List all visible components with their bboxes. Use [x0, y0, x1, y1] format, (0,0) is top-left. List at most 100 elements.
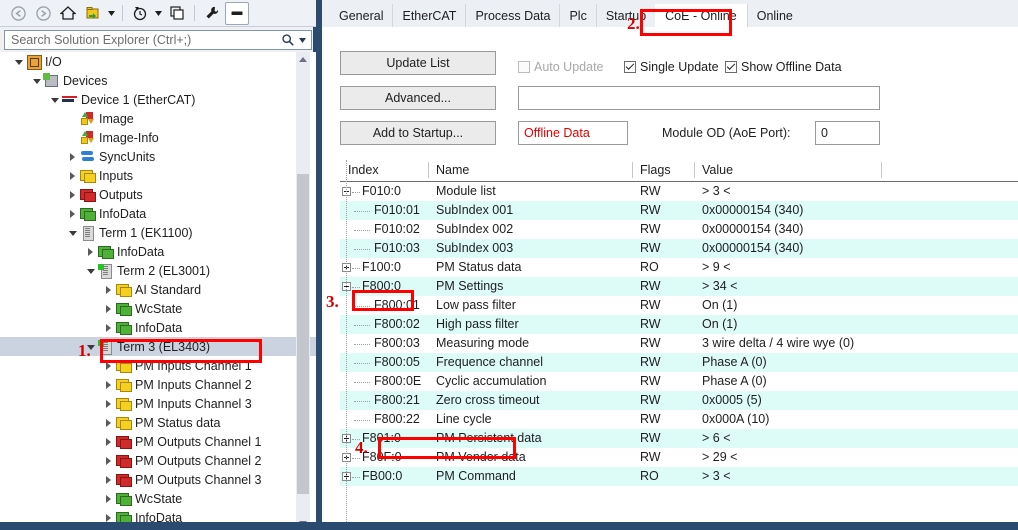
auto-update-checkbox[interactable]: Auto Update — [518, 60, 604, 74]
tree-item-pm-outputs-channel-3[interactable]: PM Outputs Channel 3 — [0, 470, 316, 489]
add-to-startup-button[interactable]: Add to Startup... — [340, 121, 496, 145]
table-row[interactable]: F010:02 SubIndex 002 RW 0x00000154 (340) — [340, 220, 1018, 239]
tree-item-i-o[interactable]: I/O — [0, 52, 316, 71]
tree-item-pm-outputs-channel-1[interactable]: PM Outputs Channel 1 — [0, 432, 316, 451]
table-row[interactable]: F800:22 Line cycle RW 0x000A (10) — [340, 410, 1018, 429]
tree-item-syncunits[interactable]: SyncUnits — [0, 147, 316, 166]
tree-item-term-3-el3403[interactable]: Term 3 (EL3403) — [0, 337, 316, 356]
tree-item-infodata[interactable]: InfoData — [0, 318, 316, 337]
table-row[interactable]: F010:03 SubIndex 003 RW 0x00000154 (340) — [340, 239, 1018, 258]
chevron-down-icon[interactable] — [12, 52, 25, 71]
column-header-value[interactable]: Value — [702, 163, 733, 177]
column-divider[interactable] — [632, 162, 633, 178]
tree-item-infodata[interactable]: InfoData — [0, 204, 316, 223]
search-input[interactable]: Search Solution Explorer (Ctrl+;) — [4, 30, 312, 50]
scroll-up-icon[interactable] — [296, 52, 310, 66]
tree-vertical-scrollbar[interactable] — [296, 52, 310, 530]
chevron-down-icon[interactable] — [84, 261, 97, 280]
tree-item-device-1-ethercat[interactable]: Device 1 (EtherCAT) — [0, 90, 316, 109]
chevron-right-icon[interactable] — [102, 489, 115, 508]
tab-coe-online[interactable]: CoE - Online — [655, 4, 747, 28]
chevron-right-icon[interactable] — [102, 280, 115, 299]
table-row[interactable]: F800:0 PM Settings RW > 34 < — [340, 277, 1018, 296]
tree-item-pm-inputs-channel-1[interactable]: PM Inputs Channel 1 — [0, 356, 316, 375]
sync-dropdown-icon[interactable] — [106, 3, 117, 24]
tab-process-data[interactable]: Process Data — [465, 4, 560, 28]
editor-tabstrip[interactable]: General EtherCAT Process Data Plc Startup CoE… — [322, 0, 1018, 28]
tree-item-image-info[interactable]: Image-Info — [0, 128, 316, 147]
table-row[interactable]: F800:05 Frequence channel RW Phase A (0) — [340, 353, 1018, 372]
table-row[interactable]: F010:0 Module list RW > 3 < — [340, 182, 1018, 201]
chevron-right-icon[interactable] — [66, 204, 79, 223]
single-update-checkbox[interactable]: Single Update — [624, 60, 719, 74]
column-header-index[interactable]: Index — [348, 163, 379, 177]
tab-general[interactable]: General — [330, 4, 393, 28]
table-row[interactable]: F801:0 PM Persistent data RW > 6 < — [340, 429, 1018, 448]
chevron-right-icon[interactable] — [102, 356, 115, 375]
chevron-right-icon[interactable] — [102, 432, 115, 451]
collapse-all-icon[interactable] — [225, 1, 249, 25]
tab-startup[interactable]: Startup — [595, 4, 656, 28]
sync-with-active-document-icon[interactable] — [81, 2, 105, 25]
tree-item-infodata[interactable]: InfoData — [0, 242, 316, 261]
advanced-button[interactable]: Advanced... — [340, 86, 496, 110]
home-icon[interactable] — [56, 2, 80, 25]
chevron-right-icon[interactable] — [66, 185, 79, 204]
table-row[interactable]: F800:02 High pass filter RW On (1) — [340, 315, 1018, 334]
table-row[interactable]: F800:03 Measuring mode RW 3 wire delta / 4 … — [340, 334, 1018, 353]
search-icon[interactable] — [279, 33, 297, 47]
chevron-right-icon[interactable] — [66, 147, 79, 166]
tree-item-pm-status-data[interactable]: PM Status data — [0, 413, 316, 432]
tab-online[interactable]: Online — [746, 4, 802, 28]
tab-ethercat[interactable]: EtherCAT — [392, 4, 466, 28]
tree-item-pm-inputs-channel-3[interactable]: PM Inputs Channel 3 — [0, 394, 316, 413]
chevron-right-icon[interactable] — [102, 451, 115, 470]
show-offline-data-checkbox[interactable]: Show Offline Data — [725, 60, 842, 74]
back-icon[interactable] — [6, 2, 30, 25]
tree-item-term-2-el3001[interactable]: Term 2 (EL3001) — [0, 261, 316, 280]
chevron-right-icon[interactable] — [102, 470, 115, 489]
scrollbar-thumb[interactable] — [297, 174, 309, 494]
chevron-right-icon[interactable] — [102, 394, 115, 413]
chevron-right-icon[interactable] — [66, 166, 79, 185]
tree-item-inputs[interactable]: Inputs — [0, 166, 316, 185]
table-row[interactable]: FB00:0 PM Command RO > 3 < — [340, 467, 1018, 486]
chevron-right-icon[interactable] — [102, 318, 115, 337]
column-divider[interactable] — [694, 162, 695, 178]
tab-plc[interactable]: Plc — [559, 4, 596, 28]
tree-item-pm-outputs-channel-2[interactable]: PM Outputs Channel 2 — [0, 451, 316, 470]
auto-update-checkbox-box[interactable] — [518, 61, 530, 73]
table-row[interactable]: F010:01 SubIndex 001 RW 0x00000154 (340) — [340, 201, 1018, 220]
pending-changes-icon[interactable] — [128, 2, 152, 25]
grid-body[interactable]: F010:0 Module list RW > 3 < F010:01 SubIndex … — [340, 182, 1018, 486]
chevron-down-icon[interactable] — [84, 337, 97, 356]
column-divider[interactable] — [881, 162, 882, 178]
tree-item-ai-standard[interactable]: AI Standard — [0, 280, 316, 299]
single-update-checkbox-box[interactable] — [624, 61, 636, 73]
chevron-right-icon[interactable] — [84, 242, 97, 261]
properties-icon[interactable] — [200, 2, 224, 25]
tree-item-wcstate[interactable]: WcState — [0, 489, 316, 508]
search-dropdown-icon[interactable] — [297, 37, 311, 43]
chevron-right-icon[interactable] — [102, 299, 115, 318]
tree-item-outputs[interactable]: Outputs — [0, 185, 316, 204]
chevron-down-icon[interactable] — [48, 90, 61, 109]
solution-explorer-tree[interactable]: I/O Devices Device 1 (EtherCAT) Image Image-… — [0, 52, 316, 530]
show-all-files-icon[interactable] — [165, 2, 189, 25]
chevron-down-icon[interactable] — [66, 223, 79, 242]
table-row[interactable]: F800:0E Cyclic accumulation RW Phase A (0) — [340, 372, 1018, 391]
chevron-right-icon[interactable] — [102, 375, 115, 394]
chevron-down-icon[interactable] — [30, 71, 43, 90]
column-divider[interactable] — [428, 162, 429, 178]
column-header-name[interactable]: Name — [436, 163, 469, 177]
tree-item-devices[interactable]: Devices — [0, 71, 316, 90]
tree-item-pm-inputs-channel-2[interactable]: PM Inputs Channel 2 — [0, 375, 316, 394]
tree-item-wcstate[interactable]: WcState — [0, 299, 316, 318]
update-list-button[interactable]: Update List — [340, 51, 496, 75]
tree-item-term-1-ek1100[interactable]: Term 1 (EK1100) — [0, 223, 316, 242]
coe-object-dictionary-grid[interactable]: Index Name Flags Value F010:0 Module list… — [340, 160, 1018, 530]
show-offline-data-checkbox-box[interactable] — [725, 61, 737, 73]
forward-icon[interactable] — [31, 2, 55, 25]
module-od-input[interactable]: 0 — [815, 121, 880, 145]
table-row[interactable]: F80F:0 PM Vendor data RW > 29 < — [340, 448, 1018, 467]
